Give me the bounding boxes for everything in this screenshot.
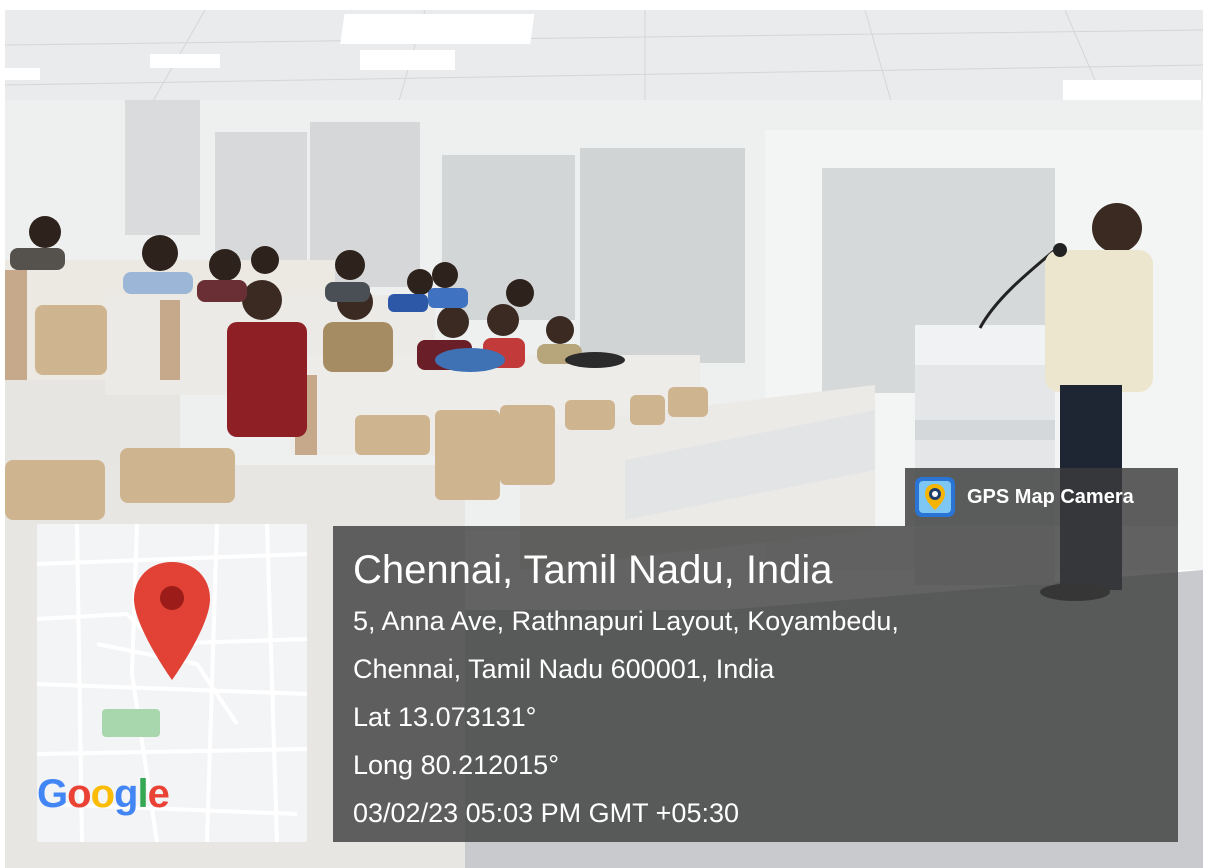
datetime-text: 03/02/23 05:03 PM GMT +05:30 [353, 798, 740, 828]
map-thumbnail: Google [37, 524, 307, 842]
camera-pin-icon [915, 477, 955, 517]
map-pin-icon [134, 562, 210, 680]
latitude-text: Lat 13.073131° [353, 702, 537, 732]
window-blind-icon [125, 100, 200, 235]
gps-camera-badge: GPS Map Camera [905, 468, 1178, 526]
park-area [102, 709, 160, 737]
ceiling-light-icon [340, 14, 535, 44]
ceiling-light-icon [5, 68, 40, 80]
ceiling-light-icon [150, 54, 220, 68]
location-info-panel: Chennai, Tamil Nadu, India 5, Anna Ave, … [333, 526, 1178, 842]
ceiling-light-icon [360, 50, 455, 70]
desk-trim [160, 300, 180, 380]
gps-camera-label: GPS Map Camera [967, 485, 1134, 508]
window-blind-icon [580, 148, 745, 363]
google-logo: Google [37, 772, 170, 816]
longitude-text: Long 80.212015° [353, 750, 559, 780]
address-line-1: 5, Anna Ave, Rathnapuri Layout, Koyambed… [353, 606, 899, 636]
podium-top [915, 325, 1055, 365]
city-title: Chennai, Tamil Nadu, India [353, 548, 833, 592]
podium-shelf [915, 420, 1055, 440]
desk-trim [5, 270, 27, 380]
photo-stage: GPS Map Camera Google Chennai, Tamil Nad… [0, 0, 1208, 868]
address-line-2: Chennai, Tamil Nadu 600001, India [353, 654, 775, 684]
